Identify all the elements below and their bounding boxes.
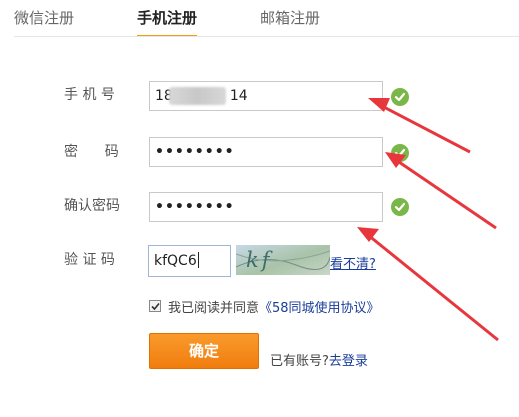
annotation-arrows [357, 98, 499, 342]
annotation-arrow-3 [367, 233, 499, 342]
annotation-arrow-2 [395, 158, 497, 230]
annotation-arrow-1 [379, 103, 471, 154]
